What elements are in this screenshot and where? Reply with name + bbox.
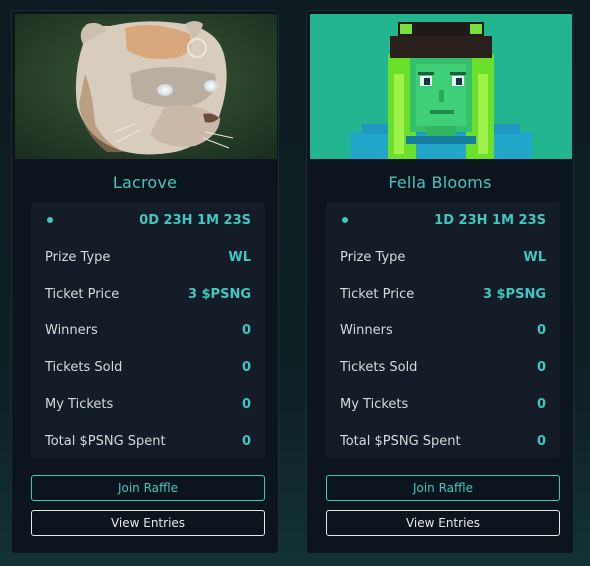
raffle-stats-panel: 1D 23H 1M 23S Prize Type WL Ticket Price…: [326, 202, 560, 458]
tickets-sold-value: 0: [536, 359, 546, 375]
tickets-sold-row: Tickets Sold 0: [326, 349, 560, 385]
ticket-price-label: Ticket Price: [45, 286, 120, 302]
live-status-dot: [47, 217, 53, 223]
nft-image-fella-blooms: [310, 14, 572, 159]
total-spent-label: Total $PSNG Spent: [45, 433, 166, 449]
winners-label: Winners: [45, 322, 98, 338]
raffle-card-fella-blooms: Fella Blooms 1D 23H 1M 23S Prize Type WL…: [306, 10, 574, 554]
total-spent-label: Total $PSNG Spent: [340, 433, 461, 449]
raffle-card-lacrove: Lacrove 0D 23H 1M 23S Prize Type WL Tick…: [11, 10, 279, 554]
my-tickets-row: My Tickets 0: [31, 386, 265, 422]
winners-value: 0: [536, 322, 546, 338]
view-entries-button[interactable]: View Entries: [326, 510, 560, 536]
ticket-price-row: Ticket Price 3 $PSNG: [326, 276, 560, 312]
tickets-sold-label: Tickets Sold: [340, 359, 418, 375]
tickets-sold-row: Tickets Sold 0: [31, 349, 265, 385]
view-entries-button[interactable]: View Entries: [31, 510, 265, 536]
countdown-timer: 0D 23H 1M 23S: [139, 212, 251, 228]
ticket-price-row: Ticket Price 3 $PSNG: [31, 276, 265, 312]
total-spent-row: Total $PSNG Spent 0: [31, 423, 265, 459]
total-spent-row: Total $PSNG Spent 0: [326, 423, 560, 459]
my-tickets-label: My Tickets: [45, 396, 114, 412]
prize-type-row: Prize Type WL: [31, 239, 265, 275]
raffle-title: Fella Blooms: [388, 173, 492, 192]
countdown-timer: 1D 23H 1M 23S: [434, 212, 546, 228]
my-tickets-row: My Tickets 0: [326, 386, 560, 422]
raffle-stats-panel: 0D 23H 1M 23S Prize Type WL Ticket Price…: [31, 202, 265, 458]
ticket-price-value: 3 $PSNG: [187, 286, 251, 302]
prize-type-label: Prize Type: [45, 249, 111, 265]
my-tickets-label: My Tickets: [340, 396, 409, 412]
winners-value: 0: [241, 322, 251, 338]
total-spent-value: 0: [536, 433, 546, 449]
prize-type-row: Prize Type WL: [326, 239, 560, 275]
winners-row: Winners 0: [326, 312, 560, 348]
live-status-dot: [342, 217, 348, 223]
my-tickets-value: 0: [536, 396, 546, 412]
winners-label: Winners: [340, 322, 393, 338]
countdown-row: 0D 23H 1M 23S: [31, 202, 265, 238]
prize-type-value: WL: [228, 249, 251, 265]
join-raffle-button[interactable]: Join Raffle: [326, 475, 560, 501]
winners-row: Winners 0: [31, 312, 265, 348]
prize-type-value: WL: [523, 249, 546, 265]
countdown-row: 1D 23H 1M 23S: [326, 202, 560, 238]
ticket-price-value: 3 $PSNG: [482, 286, 546, 302]
total-spent-value: 0: [241, 433, 251, 449]
join-raffle-button[interactable]: Join Raffle: [31, 475, 265, 501]
tickets-sold-label: Tickets Sold: [45, 359, 123, 375]
my-tickets-value: 0: [241, 396, 251, 412]
raffle-title: Lacrove: [112, 173, 178, 192]
nft-image-lacrove: [15, 14, 277, 159]
prize-type-label: Prize Type: [340, 249, 406, 265]
ticket-price-label: Ticket Price: [340, 286, 415, 302]
tickets-sold-value: 0: [241, 359, 251, 375]
